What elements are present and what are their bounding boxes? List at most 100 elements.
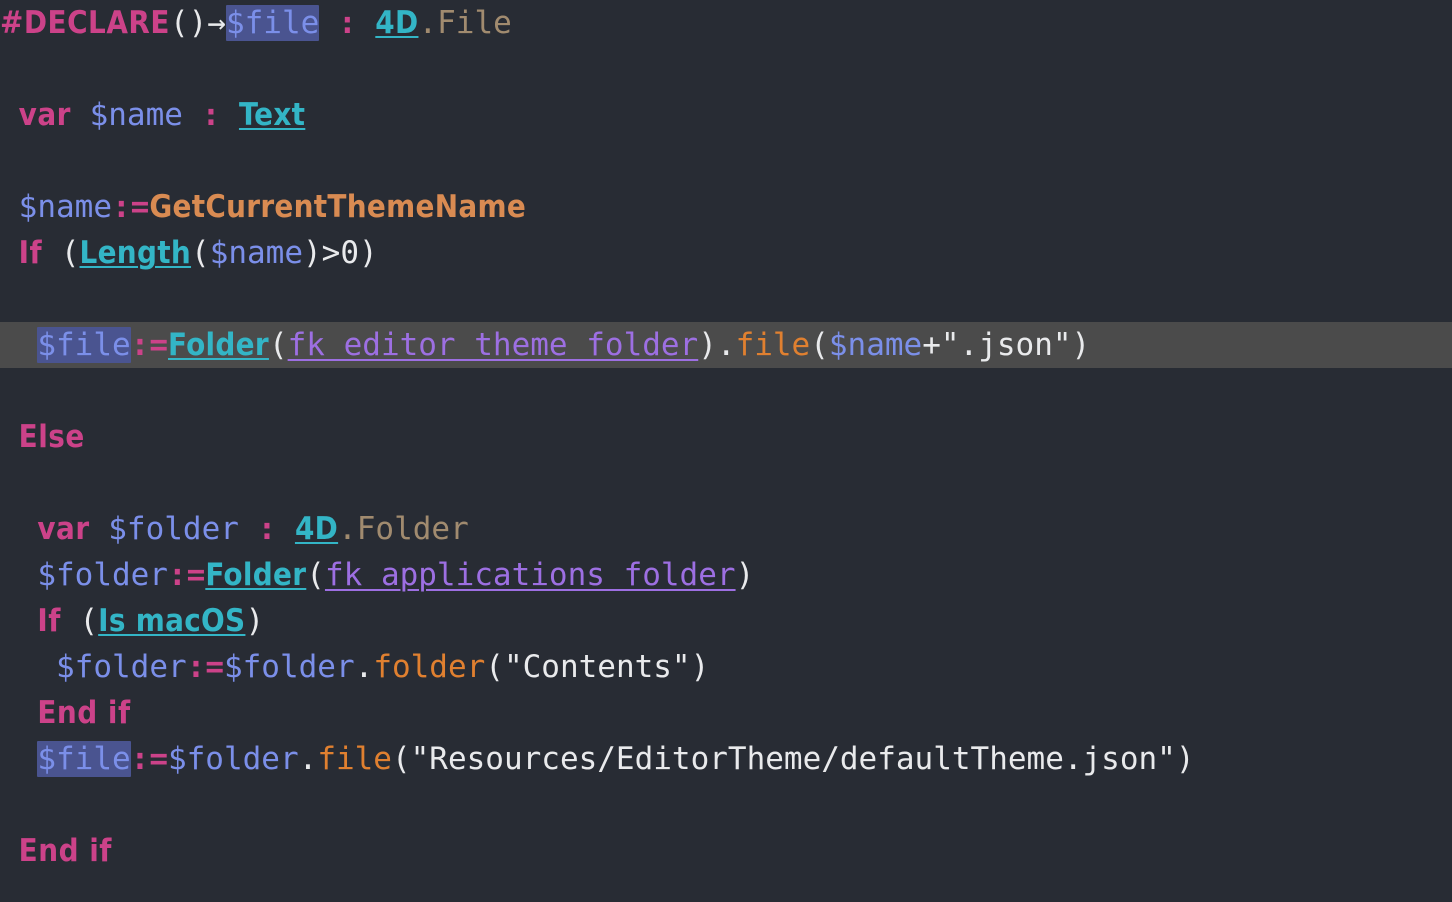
code-text-area[interactable]: #DECLARE()→$file : 4D.File var $name : T…: [0, 0, 1452, 874]
code-line[interactable]: $name:=GetCurrentThemeName: [0, 184, 1452, 230]
token-type: 4D: [294, 511, 339, 547]
code-line[interactable]: [0, 138, 1452, 184]
token-prop: .Folder: [338, 511, 469, 547]
token-kw: var: [18, 97, 71, 133]
token-member: folder: [373, 649, 486, 685]
token-var: $name: [18, 189, 112, 225]
code-line[interactable]: $folder:=$folder.folder("Contents"): [0, 644, 1452, 690]
token-colon: :=: [130, 327, 168, 363]
token-punct: (: [306, 557, 325, 593]
token-var-selected: $file: [225, 5, 320, 41]
token-kw: End if: [37, 695, 131, 731]
code-line[interactable]: If (Is macOS): [0, 598, 1452, 644]
token-colon: :: [337, 5, 357, 41]
token-var: $name: [89, 97, 183, 133]
token-punct: (: [60, 603, 99, 639]
token-punct: .: [298, 741, 318, 777]
token-kw: If: [18, 235, 43, 271]
token-type: 4D: [375, 5, 419, 41]
code-line[interactable]: [0, 782, 1452, 828]
token-punct: [220, 97, 239, 133]
token-kw: #DECLARE: [0, 5, 170, 41]
code-line[interactable]: If (Length($name)>0): [0, 230, 1452, 276]
code-line[interactable]: End if: [0, 690, 1452, 736]
token-punct: [357, 5, 376, 41]
token-punct: [319, 5, 338, 41]
token-member: file: [317, 741, 392, 777]
token-var: $folder: [37, 557, 168, 593]
code-line[interactable]: $folder:=Folder(fk applications folder): [0, 552, 1452, 598]
token-punct: (: [268, 327, 288, 363]
token-punct: (: [42, 235, 80, 271]
token-var: $name: [209, 235, 304, 271]
token-var: $folder: [56, 649, 187, 685]
token-var: $folder: [167, 741, 299, 777]
token-punct: (: [810, 327, 829, 363]
token-punct: )>0): [303, 235, 378, 271]
token-colon: :: [257, 511, 277, 547]
token-arrow: →: [207, 5, 226, 41]
code-line[interactable]: var $name : Text: [0, 92, 1452, 138]
token-kw: If: [37, 603, 61, 639]
token-kw: End if: [18, 833, 112, 869]
token-colon: :: [201, 97, 221, 133]
token-var: $folder: [108, 511, 239, 547]
token-punct: (): [169, 5, 208, 41]
token-kw: Else: [18, 419, 85, 455]
token-type: Is macOS: [98, 603, 246, 639]
token-var-selected: $file: [37, 741, 131, 777]
token-punct: [71, 97, 90, 133]
token-colon: :=: [186, 649, 224, 685]
code-line[interactable]: #DECLARE()→$file : 4D.File: [0, 0, 1452, 46]
token-method: GetCurrentThemeName: [149, 189, 527, 225]
token-punct: [276, 511, 295, 547]
token-punct: (: [191, 235, 210, 271]
token-type: Folder: [205, 557, 307, 593]
code-line[interactable]: End if: [0, 828, 1452, 874]
token-prop: .File: [418, 5, 512, 41]
token-colon: :=: [112, 189, 150, 225]
code-line[interactable]: [0, 276, 1452, 322]
token-punct: ).: [698, 327, 736, 363]
token-punct: [239, 511, 258, 547]
code-editor[interactable]: #DECLARE()→$file : 4D.File var $name : T…: [0, 0, 1452, 902]
token-punct: ("Resources/EditorTheme/defaultTheme.jso…: [391, 741, 1195, 777]
code-line[interactable]: var $folder : 4D.Folder: [0, 506, 1452, 552]
token-const: fk editor theme folder: [287, 327, 699, 363]
code-line-current[interactable]: $file:=Folder(fk editor theme folder).fi…: [0, 322, 1452, 368]
token-punct: [90, 511, 109, 547]
token-punct: [183, 97, 202, 133]
token-const: fk applications folder: [324, 557, 736, 593]
token-type: Length: [79, 235, 192, 271]
token-punct: ("Contents"): [485, 649, 710, 685]
token-var: $name: [828, 327, 923, 363]
code-line[interactable]: Else: [0, 414, 1452, 460]
token-var-selected: $file: [37, 327, 131, 363]
token-punct: .: [354, 649, 374, 685]
token-var: $folder: [223, 649, 355, 685]
token-member: file: [735, 327, 811, 363]
token-punct: +".json"): [922, 327, 1091, 363]
code-line[interactable]: [0, 460, 1452, 506]
token-type: Folder: [167, 327, 269, 363]
token-punct: ): [735, 557, 755, 593]
code-line[interactable]: $file:=$folder.file("Resources/EditorThe…: [0, 736, 1452, 782]
code-line[interactable]: [0, 368, 1452, 414]
token-punct: ): [245, 603, 265, 639]
token-type: Text: [238, 97, 306, 133]
token-colon: :=: [130, 741, 168, 777]
token-kw: var: [37, 511, 90, 547]
code-line[interactable]: [0, 46, 1452, 92]
